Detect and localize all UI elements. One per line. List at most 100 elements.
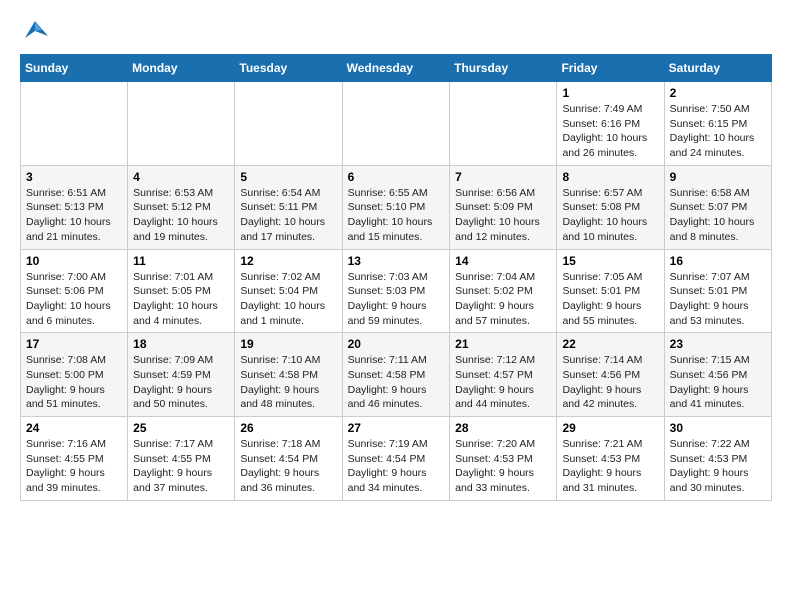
day-info: Sunrise: 7:15 AM Sunset: 4:56 PM Dayligh…: [670, 353, 766, 412]
day-number: 19: [240, 337, 336, 351]
day-info: Sunrise: 7:09 AM Sunset: 4:59 PM Dayligh…: [133, 353, 229, 412]
day-number: 2: [670, 86, 766, 100]
calendar-cell: 15 Sunrise: 7:05 AM Sunset: 5:01 PM Dayli…: [557, 249, 664, 333]
day-number: 3: [26, 170, 122, 184]
logo-icon: [20, 16, 50, 46]
calendar-week-row: 3 Sunrise: 6:51 AM Sunset: 5:13 PM Daylig…: [21, 165, 772, 249]
weekday-header: Saturday: [664, 55, 771, 82]
calendar-cell: 7 Sunrise: 6:56 AM Sunset: 5:09 PM Daylig…: [450, 165, 557, 249]
day-number: 17: [26, 337, 122, 351]
calendar-cell: 9Sunrise: 6:58 AM Sunset: 5:07 PM Daylig…: [664, 165, 771, 249]
day-info: Sunrise: 7:08 AM Sunset: 5:00 PM Dayligh…: [26, 353, 122, 412]
calendar-cell: 29 Sunrise: 7:21 AM Sunset: 4:53 PM Dayli…: [557, 417, 664, 501]
day-number: 7: [455, 170, 551, 184]
calendar-header-row: SundayMondayTuesdayWednesdayThursdayFrid…: [21, 55, 772, 82]
calendar-cell: 23 Sunrise: 7:15 AM Sunset: 4:56 PM Dayli…: [664, 333, 771, 417]
day-number: 20: [348, 337, 445, 351]
day-info: Sunrise: 7:03 AM Sunset: 5:03 PM Dayligh…: [348, 270, 445, 329]
calendar-cell: [128, 82, 235, 166]
day-info: Sunrise: 6:53 AM Sunset: 5:12 PM Dayligh…: [133, 186, 229, 245]
day-number: 21: [455, 337, 551, 351]
day-number: 6: [348, 170, 445, 184]
day-number: 13: [348, 254, 445, 268]
day-number: 15: [562, 254, 658, 268]
day-number: 11: [133, 254, 229, 268]
day-info: Sunrise: 7:20 AM Sunset: 4:53 PM Dayligh…: [455, 437, 551, 496]
day-info: Sunrise: 7:10 AM Sunset: 4:58 PM Dayligh…: [240, 353, 336, 412]
calendar-cell: 12Sunrise: 7:02 AM Sunset: 5:04 PM Dayli…: [235, 249, 342, 333]
header: [20, 16, 772, 46]
day-info: Sunrise: 7:01 AM Sunset: 5:05 PM Dayligh…: [133, 270, 229, 329]
weekday-header: Tuesday: [235, 55, 342, 82]
calendar-week-row: 24 Sunrise: 7:16 AM Sunset: 4:55 PM Dayli…: [21, 417, 772, 501]
day-number: 9: [670, 170, 766, 184]
day-info: Sunrise: 7:18 AM Sunset: 4:54 PM Dayligh…: [240, 437, 336, 496]
calendar-cell: 24 Sunrise: 7:16 AM Sunset: 4:55 PM Dayli…: [21, 417, 128, 501]
logo: [20, 16, 54, 46]
calendar-cell: [450, 82, 557, 166]
calendar-table: SundayMondayTuesdayWednesdayThursdayFrid…: [20, 54, 772, 501]
calendar-cell: 11 Sunrise: 7:01 AM Sunset: 5:05 PM Dayli…: [128, 249, 235, 333]
day-number: 28: [455, 421, 551, 435]
calendar-week-row: 1 Sunrise: 7:49 AM Sunset: 6:16 PM Daylig…: [21, 82, 772, 166]
day-number: 18: [133, 337, 229, 351]
day-number: 10: [26, 254, 122, 268]
calendar-cell: 26 Sunrise: 7:18 AM Sunset: 4:54 PM Dayli…: [235, 417, 342, 501]
day-number: 29: [562, 421, 658, 435]
calendar-cell: [21, 82, 128, 166]
day-info: Sunrise: 7:12 AM Sunset: 4:57 PM Dayligh…: [455, 353, 551, 412]
day-info: Sunrise: 7:11 AM Sunset: 4:58 PM Dayligh…: [348, 353, 445, 412]
day-info: Sunrise: 7:05 AM Sunset: 5:01 PM Dayligh…: [562, 270, 658, 329]
calendar-cell: 16 Sunrise: 7:07 AM Sunset: 5:01 PM Dayli…: [664, 249, 771, 333]
day-info: Sunrise: 7:50 AM Sunset: 6:15 PM Dayligh…: [670, 102, 766, 161]
day-number: 5: [240, 170, 336, 184]
calendar-cell: 4 Sunrise: 6:53 AM Sunset: 5:12 PM Daylig…: [128, 165, 235, 249]
calendar-cell: 17 Sunrise: 7:08 AM Sunset: 5:00 PM Dayli…: [21, 333, 128, 417]
day-number: 1: [562, 86, 658, 100]
day-number: 24: [26, 421, 122, 435]
calendar-cell: [235, 82, 342, 166]
day-info: Sunrise: 7:04 AM Sunset: 5:02 PM Dayligh…: [455, 270, 551, 329]
day-info: Sunrise: 7:49 AM Sunset: 6:16 PM Dayligh…: [562, 102, 658, 161]
day-info: Sunrise: 6:55 AM Sunset: 5:10 PM Dayligh…: [348, 186, 445, 245]
day-number: 27: [348, 421, 445, 435]
day-number: 14: [455, 254, 551, 268]
calendar-cell: 6 Sunrise: 6:55 AM Sunset: 5:10 PM Daylig…: [342, 165, 450, 249]
calendar-cell: 25Sunrise: 7:17 AM Sunset: 4:55 PM Dayli…: [128, 417, 235, 501]
day-number: 8: [562, 170, 658, 184]
day-info: Sunrise: 7:21 AM Sunset: 4:53 PM Dayligh…: [562, 437, 658, 496]
day-number: 30: [670, 421, 766, 435]
day-info: Sunrise: 7:16 AM Sunset: 4:55 PM Dayligh…: [26, 437, 122, 496]
calendar-cell: 22Sunrise: 7:14 AM Sunset: 4:56 PM Dayli…: [557, 333, 664, 417]
weekday-header: Monday: [128, 55, 235, 82]
calendar-cell: 28 Sunrise: 7:20 AM Sunset: 4:53 PM Dayli…: [450, 417, 557, 501]
calendar-week-row: 10 Sunrise: 7:00 AM Sunset: 5:06 PM Dayli…: [21, 249, 772, 333]
calendar-cell: 18 Sunrise: 7:09 AM Sunset: 4:59 PM Dayli…: [128, 333, 235, 417]
weekday-header: Friday: [557, 55, 664, 82]
calendar-cell: 3 Sunrise: 6:51 AM Sunset: 5:13 PM Daylig…: [21, 165, 128, 249]
day-number: 23: [670, 337, 766, 351]
day-number: 12: [240, 254, 336, 268]
day-info: Sunrise: 7:07 AM Sunset: 5:01 PM Dayligh…: [670, 270, 766, 329]
day-info: Sunrise: 6:56 AM Sunset: 5:09 PM Dayligh…: [455, 186, 551, 245]
calendar-cell: 8 Sunrise: 6:57 AM Sunset: 5:08 PM Daylig…: [557, 165, 664, 249]
day-number: 22: [562, 337, 658, 351]
day-info: Sunrise: 7:00 AM Sunset: 5:06 PM Dayligh…: [26, 270, 122, 329]
calendar-cell: [342, 82, 450, 166]
day-info: Sunrise: 6:57 AM Sunset: 5:08 PM Dayligh…: [562, 186, 658, 245]
day-info: Sunrise: 6:54 AM Sunset: 5:11 PM Dayligh…: [240, 186, 336, 245]
calendar-cell: 20 Sunrise: 7:11 AM Sunset: 4:58 PM Dayli…: [342, 333, 450, 417]
calendar-cell: 14 Sunrise: 7:04 AM Sunset: 5:02 PM Dayli…: [450, 249, 557, 333]
day-number: 26: [240, 421, 336, 435]
day-info: Sunrise: 7:22 AM Sunset: 4:53 PM Dayligh…: [670, 437, 766, 496]
calendar-cell: 27Sunrise: 7:19 AM Sunset: 4:54 PM Dayli…: [342, 417, 450, 501]
calendar-cell: 21 Sunrise: 7:12 AM Sunset: 4:57 PM Dayli…: [450, 333, 557, 417]
weekday-header: Wednesday: [342, 55, 450, 82]
day-info: Sunrise: 6:51 AM Sunset: 5:13 PM Dayligh…: [26, 186, 122, 245]
calendar-week-row: 17 Sunrise: 7:08 AM Sunset: 5:00 PM Dayli…: [21, 333, 772, 417]
day-number: 16: [670, 254, 766, 268]
day-info: Sunrise: 7:17 AM Sunset: 4:55 PM Dayligh…: [133, 437, 229, 496]
calendar-cell: 5 Sunrise: 6:54 AM Sunset: 5:11 PM Daylig…: [235, 165, 342, 249]
day-number: 4: [133, 170, 229, 184]
calendar-cell: 1 Sunrise: 7:49 AM Sunset: 6:16 PM Daylig…: [557, 82, 664, 166]
